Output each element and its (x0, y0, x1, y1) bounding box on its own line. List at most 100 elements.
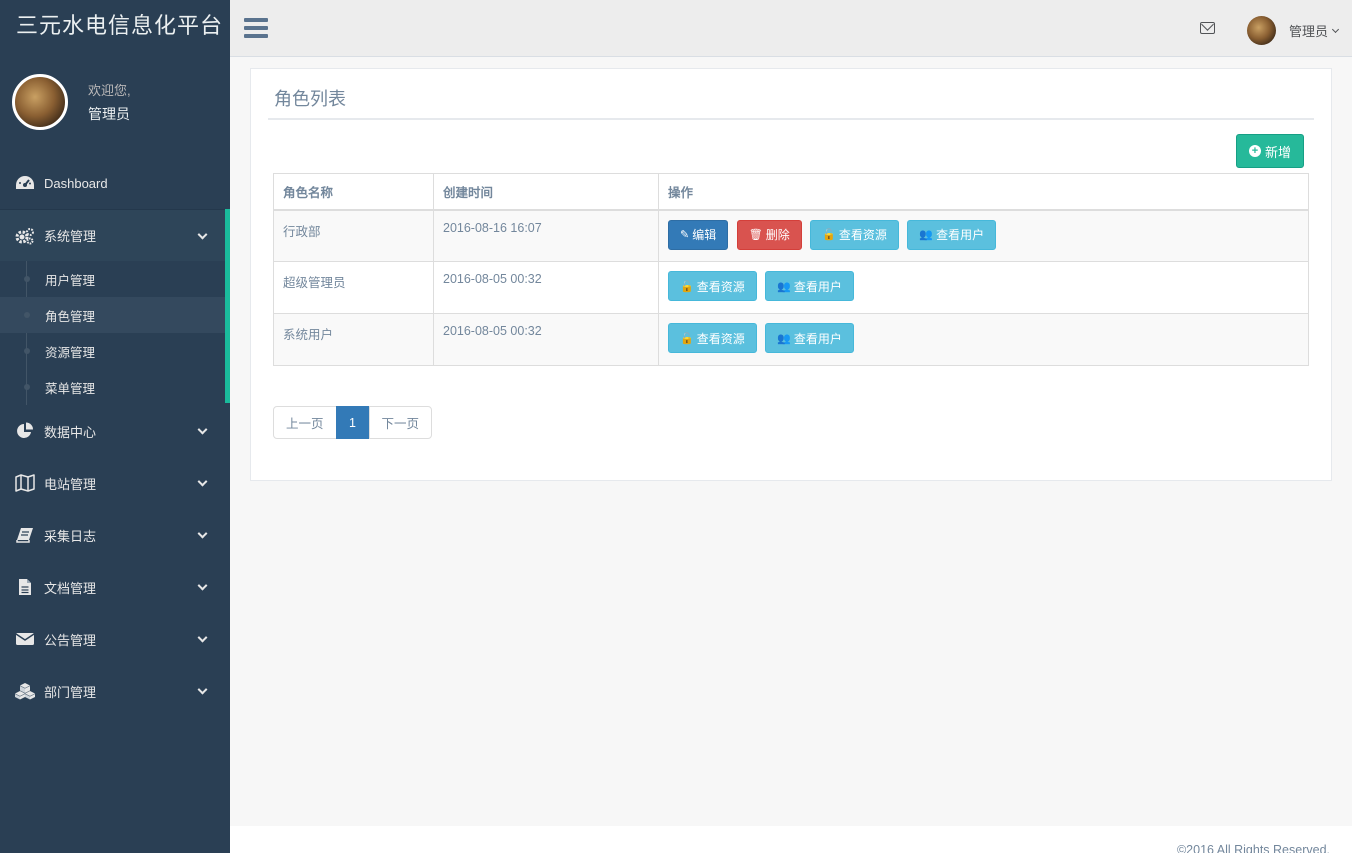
users-icon: 👥 (919, 229, 934, 241)
sidebar-item-departments[interactable]: 部门管理 (0, 665, 230, 717)
view-users-button[interactable]: 👥 查看用户 (765, 323, 854, 353)
edit-button[interactable]: ✎ 编辑 (668, 219, 729, 250)
file-icon (14, 578, 36, 596)
profile-block: 欢迎您, 管理员 (0, 57, 230, 147)
role-name-cell: 系统用户 (273, 313, 434, 366)
user-name: 管理员 (1288, 24, 1328, 39)
edit-icon: ✎ (680, 229, 690, 241)
chevron-down-icon (197, 528, 208, 539)
sidebar-item-docs[interactable]: 文档管理 (0, 561, 230, 613)
table-row: 行政部 2016-08-16 16:07 ✎ 编辑 🗑 删除 🔓 查看资源 👥 查看用户 (273, 209, 1309, 262)
column-header: 操作 (658, 173, 1309, 211)
table-row: 超级管理员 2016-08-05 00:32 🔓 查看资源 👥 查看用户 (273, 261, 1309, 314)
dashboard-icon (14, 174, 36, 192)
sidebar-subitem-users[interactable]: 用户管理 (0, 261, 230, 297)
view-users-label: 查看用户 (936, 228, 985, 242)
footer: ©2016 All Rights Reserved. (230, 826, 1352, 853)
view-resources-label: 查看资源 (696, 331, 745, 346)
menu-toggle-icon[interactable] (244, 18, 268, 38)
next-page-button[interactable]: 下一页 (368, 406, 433, 439)
map-icon (14, 474, 36, 492)
role-list-panel: 角色列表 + 新增 角色名称 创建时间 操作 行政部 2016-08-16 16… (250, 68, 1332, 481)
created-time-cell: 2016-08-05 00:32 (433, 313, 659, 366)
sidebar-item-logs[interactable]: 采集日志 (0, 509, 230, 561)
mail-icon[interactable] (1200, 22, 1215, 34)
sidebar-group-system: 系统管理 用户管理 角色管理 资源管理 菜单管理 (0, 209, 230, 405)
sidebar-item-system[interactable]: 系统管理 (0, 209, 230, 261)
chevron-down-icon (197, 580, 208, 591)
sidebar-item-label: 数据中心 (44, 424, 97, 440)
sidebar-item-stations[interactable]: 电站管理 (0, 457, 230, 509)
delete-button[interactable]: 🗑 删除 (736, 219, 802, 250)
edit-label: 编辑 (692, 228, 717, 242)
chevron-down-icon (197, 684, 208, 695)
view-users-button[interactable]: 👥 查看用户 (765, 271, 854, 301)
sidebar-subitem-resources[interactable]: 资源管理 (0, 333, 230, 369)
view-resources-label: 查看资源 (838, 228, 887, 242)
divider (268, 118, 1314, 120)
role-name-cell: 行政部 (273, 209, 434, 262)
trash-icon: 🗑 (748, 229, 763, 241)
table-row: 系统用户 2016-08-05 00:32 🔓 查看资源 👥 查看用户 (273, 313, 1309, 366)
page-title: 角色列表 (274, 89, 346, 110)
sidebar-item-label: 部门管理 (44, 684, 97, 700)
avatar (1246, 16, 1276, 45)
unlock-icon: 🔓 (822, 229, 836, 241)
sidebar-item-label: 系统管理 (44, 229, 97, 244)
view-resources-button[interactable]: 🔓 查看资源 (810, 219, 899, 250)
pagination: 上一页 1 下一页 (273, 406, 433, 439)
book-icon (14, 526, 36, 544)
view-users-label: 查看用户 (793, 331, 842, 346)
column-header: 角色名称 (273, 173, 434, 211)
view-users-label: 查看用户 (793, 279, 842, 294)
prev-page-button[interactable]: 上一页 (273, 406, 337, 439)
envelope-icon (14, 630, 36, 648)
sidebar-item-label: 采集日志 (44, 528, 97, 544)
welcome-text: 欢迎您, (88, 83, 131, 98)
page-1-button[interactable]: 1 (335, 406, 370, 439)
sidebar: 三元水电信息化平台 欢迎您, 管理员 Dashboard 系统管理 用户管理 角… (0, 0, 230, 853)
app-title[interactable]: 三元水电信息化平台 (0, 0, 230, 57)
role-table: 角色名称 创建时间 操作 行政部 2016-08-16 16:07 ✎ 编辑 🗑 删… (273, 173, 1309, 366)
sidebar-item-label: Dashboard (44, 175, 108, 191)
top-navbar: 管理员 (230, 0, 1352, 57)
view-users-button[interactable]: 👥 查看用户 (907, 219, 997, 250)
column-header: 创建时间 (433, 173, 659, 211)
copyright-text: ©2016 All Rights Reserved. (1176, 843, 1330, 853)
sidebar-item-dashboard[interactable]: Dashboard (0, 157, 230, 209)
cubes-icon (14, 682, 36, 700)
unlock-icon: 🔓 (680, 332, 694, 345)
add-role-button[interactable]: + 新增 (1235, 134, 1304, 168)
sidebar-item-label: 公告管理 (44, 632, 97, 648)
chevron-down-icon (197, 632, 208, 643)
users-icon: 👥 (777, 332, 791, 345)
avatar (12, 74, 68, 130)
sidebar-item-data-center[interactable]: 数据中心 (0, 405, 230, 457)
sidebar-subitem-menus[interactable]: 菜单管理 (0, 369, 230, 405)
pie-chart-icon (14, 422, 36, 440)
view-resources-label: 查看资源 (696, 279, 745, 294)
sidebar-menu: Dashboard 系统管理 用户管理 角色管理 资源管理 菜单管理 数据中心 (0, 157, 230, 717)
delete-label: 删除 (765, 228, 790, 242)
created-time-cell: 2016-08-05 00:32 (433, 261, 659, 314)
view-resources-button[interactable]: 🔓 查看资源 (668, 323, 757, 353)
chevron-down-icon (197, 424, 208, 435)
users-icon: 👥 (777, 280, 791, 293)
actions-cell: ✎ 编辑 🗑 删除 🔓 查看资源 👥 查看用户 (658, 209, 1309, 262)
sidebar-submenu-system: 用户管理 角色管理 资源管理 菜单管理 (0, 261, 230, 405)
add-button-label: 新增 (1264, 144, 1291, 160)
sidebar-item-label: 电站管理 (44, 476, 97, 492)
sidebar-subitem-roles[interactable]: 角色管理 (0, 297, 230, 333)
user-menu[interactable]: 管理员 (1246, 16, 1340, 45)
created-time-cell: 2016-08-16 16:07 (433, 209, 659, 262)
sidebar-item-label: 文档管理 (44, 580, 97, 596)
actions-cell: 🔓 查看资源 👥 查看用户 (658, 261, 1309, 314)
profile-name: 管理员 (88, 106, 130, 122)
view-resources-button[interactable]: 🔓 查看资源 (668, 271, 757, 301)
chevron-down-icon (197, 229, 208, 240)
actions-cell: 🔓 查看资源 👥 查看用户 (658, 313, 1309, 366)
role-name-cell: 超级管理员 (273, 261, 434, 314)
chevron-down-icon (1331, 25, 1340, 33)
unlock-icon: 🔓 (680, 280, 694, 293)
sidebar-item-notices[interactable]: 公告管理 (0, 613, 230, 665)
